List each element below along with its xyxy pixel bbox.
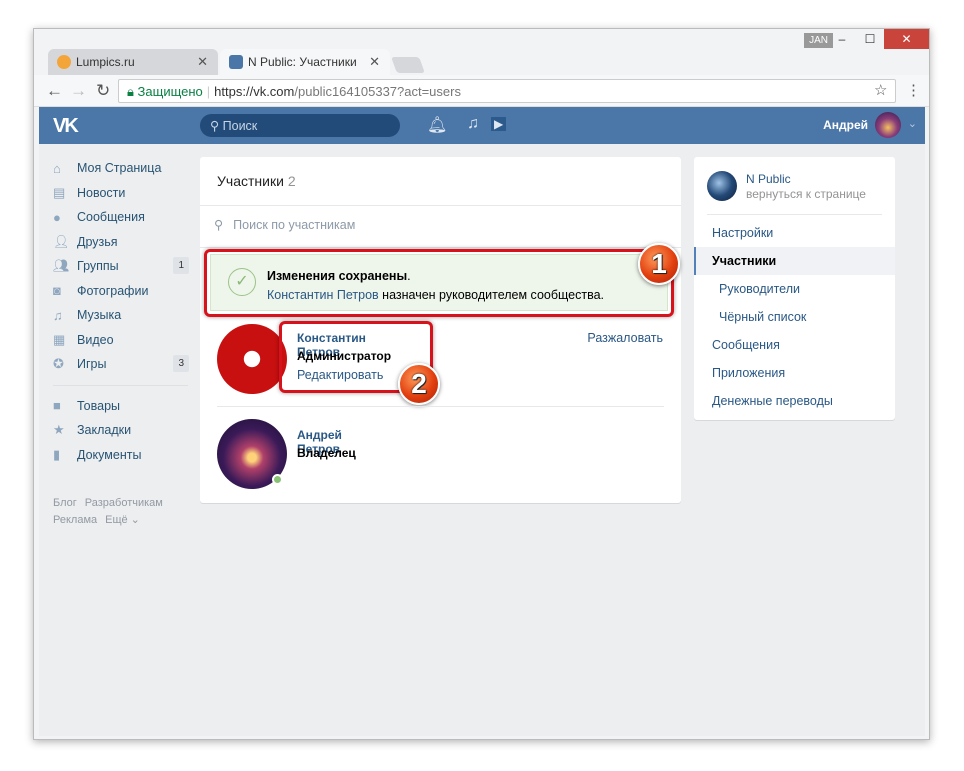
sidebar-item[interactable]: ♫ Музыка [53,303,188,328]
sidebar-item[interactable]: 👥︎ Группы 1 [53,254,189,279]
community-menu-item[interactable]: Денежные переводы [694,387,895,415]
menu-dots-icon[interactable]: ⋮ [906,81,921,99]
new-tab-button[interactable] [391,57,425,73]
forward-icon[interactable]: → [70,81,87,101]
count-badge: 1 [173,257,189,274]
sidebar-item[interactable]: ▤ Новости [53,181,188,206]
close-tab-icon[interactable]: ✕ [369,54,380,70]
sidebar-item-label: Видео [77,332,114,347]
online-indicator [272,474,283,485]
vk-header: VK ⚲ Поиск 🔔︎ ♫ ▶ Андрей ⌄ [39,107,925,144]
community-menu: N Public вернуться к странице Настройки У… [694,157,895,420]
messages-icon: ● [53,209,61,225]
bag-icon: ■ [53,398,61,414]
search-icon: ⚲ [210,119,223,133]
news-icon: ▤ [53,184,66,200]
header-search-input[interactable]: ⚲ Поиск [200,114,400,137]
friends-icon: 👤︎ [53,233,70,249]
close-tab-icon[interactable]: ✕ [197,54,208,70]
back-icon[interactable]: ← [46,81,63,101]
footer-link[interactable]: Реклама [53,514,97,526]
bookmark-star-icon[interactable]: ☆ [874,81,887,99]
sidebar-item[interactable]: ✪ Игры 3 [53,352,189,377]
sidebar-item-label: Моя Страница [77,161,162,176]
back-to-page-link[interactable]: вернуться к странице [746,187,866,201]
callout-2: 2 [398,363,440,405]
camera-icon: ◙ [53,283,61,299]
community-menu-item[interactable]: Приложения [694,359,895,387]
members-search-input[interactable]: ⚲ Поиск по участникам [214,217,355,232]
music-icon[interactable]: ♫ [467,115,479,133]
lumpics-favicon-icon [57,55,71,69]
document-icon: ▮ [53,446,61,462]
user-avatar[interactable] [875,112,901,138]
close-window-button[interactable]: ✕ [884,29,929,49]
home-icon: ⌂ [53,160,61,176]
divider [53,384,188,386]
sidebar-item[interactable]: ▦ Видео [53,328,188,353]
sidebar-footer: Блог Разработчикам Реклама Ещё ⌄ [53,495,188,529]
video-icon: ▦ [53,331,66,347]
sidebar-item[interactable]: 👤︎ Друзья [53,230,188,255]
tab-lumpics[interactable]: Lumpics.ru ✕ [48,49,218,75]
left-sidebar: ⌂ Моя Страница ▤ Новости ● Сообщения 👤︎ Друзья 👥… [53,156,189,529]
sidebar-item-label: Сообщения [77,210,145,225]
footer-link[interactable]: Ещё ⌄ [105,514,140,526]
highlight-box-1 [204,249,674,317]
play-icon[interactable]: ▶ [491,117,507,131]
address-bar[interactable]: 🔒︎ Защищено | https://vk.com/public1641053… [118,79,896,103]
vk-favicon-icon [229,55,243,69]
member-avatar[interactable] [217,324,287,394]
browser-window: Lumpics.ru ✕ N Public: Участники ✕ JAN –… [33,28,930,740]
music-icon: ♫ [53,307,63,323]
sidebar-item[interactable]: ◙ Фотографии [53,279,188,304]
minimize-button[interactable]: – [828,29,856,49]
lock-icon: 🔒︎ [127,84,134,99]
bell-icon[interactable]: 🔔︎ [427,115,447,135]
sidebar-item[interactable]: ★ Закладки [53,418,188,443]
page-body: ⌂ Моя Страница ▤ Новости ● Сообщения 👤︎ Друзья 👥… [39,144,925,736]
user-name[interactable]: Андрей [823,118,868,132]
sidebar-item-label: Игры [77,357,107,372]
sidebar-item-label: Музыка [77,308,122,323]
page-title: Участники 2 [217,173,296,189]
star-icon: ★ [53,422,65,438]
footer-link[interactable]: Разработчикам [85,497,163,509]
sidebar-item-label: Документы [77,447,142,462]
community-menu-item[interactable]: Настройки [694,219,895,247]
community-menu-item[interactable]: Руководители [694,275,895,303]
community-menu-item[interactable]: Чёрный список [694,303,895,331]
sidebar-item-label: Товары [77,398,120,413]
sidebar-item-label: Группы [77,259,119,274]
maximize-button[interactable]: ☐ [856,29,884,49]
sidebar-item[interactable]: ▮ Документы [53,443,188,468]
reload-icon[interactable]: ↻ [96,81,110,101]
member-role: Владелец [297,446,356,460]
sidebar-item[interactable]: ● Сообщения [53,205,188,230]
group-name[interactable]: N Public [746,172,791,186]
sidebar-item-label: Фотографии [77,283,149,298]
sidebar-item[interactable]: ⌂ Моя Страница [53,156,188,181]
chevron-down-icon[interactable]: ⌄ [908,117,917,130]
demote-link[interactable]: Разжаловать [587,331,663,345]
tab-vk[interactable]: N Public: Участники ✕ [220,49,390,75]
footer-link[interactable]: Блог [53,497,77,509]
members-count: 2 [287,173,296,189]
group-avatar[interactable] [707,171,737,201]
browser-toolbar: ← → ↻ 🔒︎ Защищено | https://vk.com/public1… [34,75,929,107]
sidebar-item-label: Закладки [77,423,132,438]
sidebar-item-label: Новости [77,185,126,200]
community-menu-item[interactable]: Сообщения [694,331,895,359]
tab-bar: Lumpics.ru ✕ N Public: Участники ✕ JAN –… [34,29,929,75]
community-menu-item[interactable]: Участники [694,247,895,275]
search-icon: ⚲ [214,218,224,232]
gamepad-icon: ✪ [53,356,64,372]
count-badge: 3 [173,355,189,372]
sidebar-item[interactable]: ■ Товары [53,394,188,419]
groups-icon: 👥︎ [53,258,70,274]
callout-1: 1 [638,243,680,285]
sidebar-item-label: Друзья [77,234,118,249]
vk-logo[interactable]: VK [53,115,79,138]
members-card: Участники 2 ⚲ Поиск по участникам ✓ Измене… [200,157,681,503]
